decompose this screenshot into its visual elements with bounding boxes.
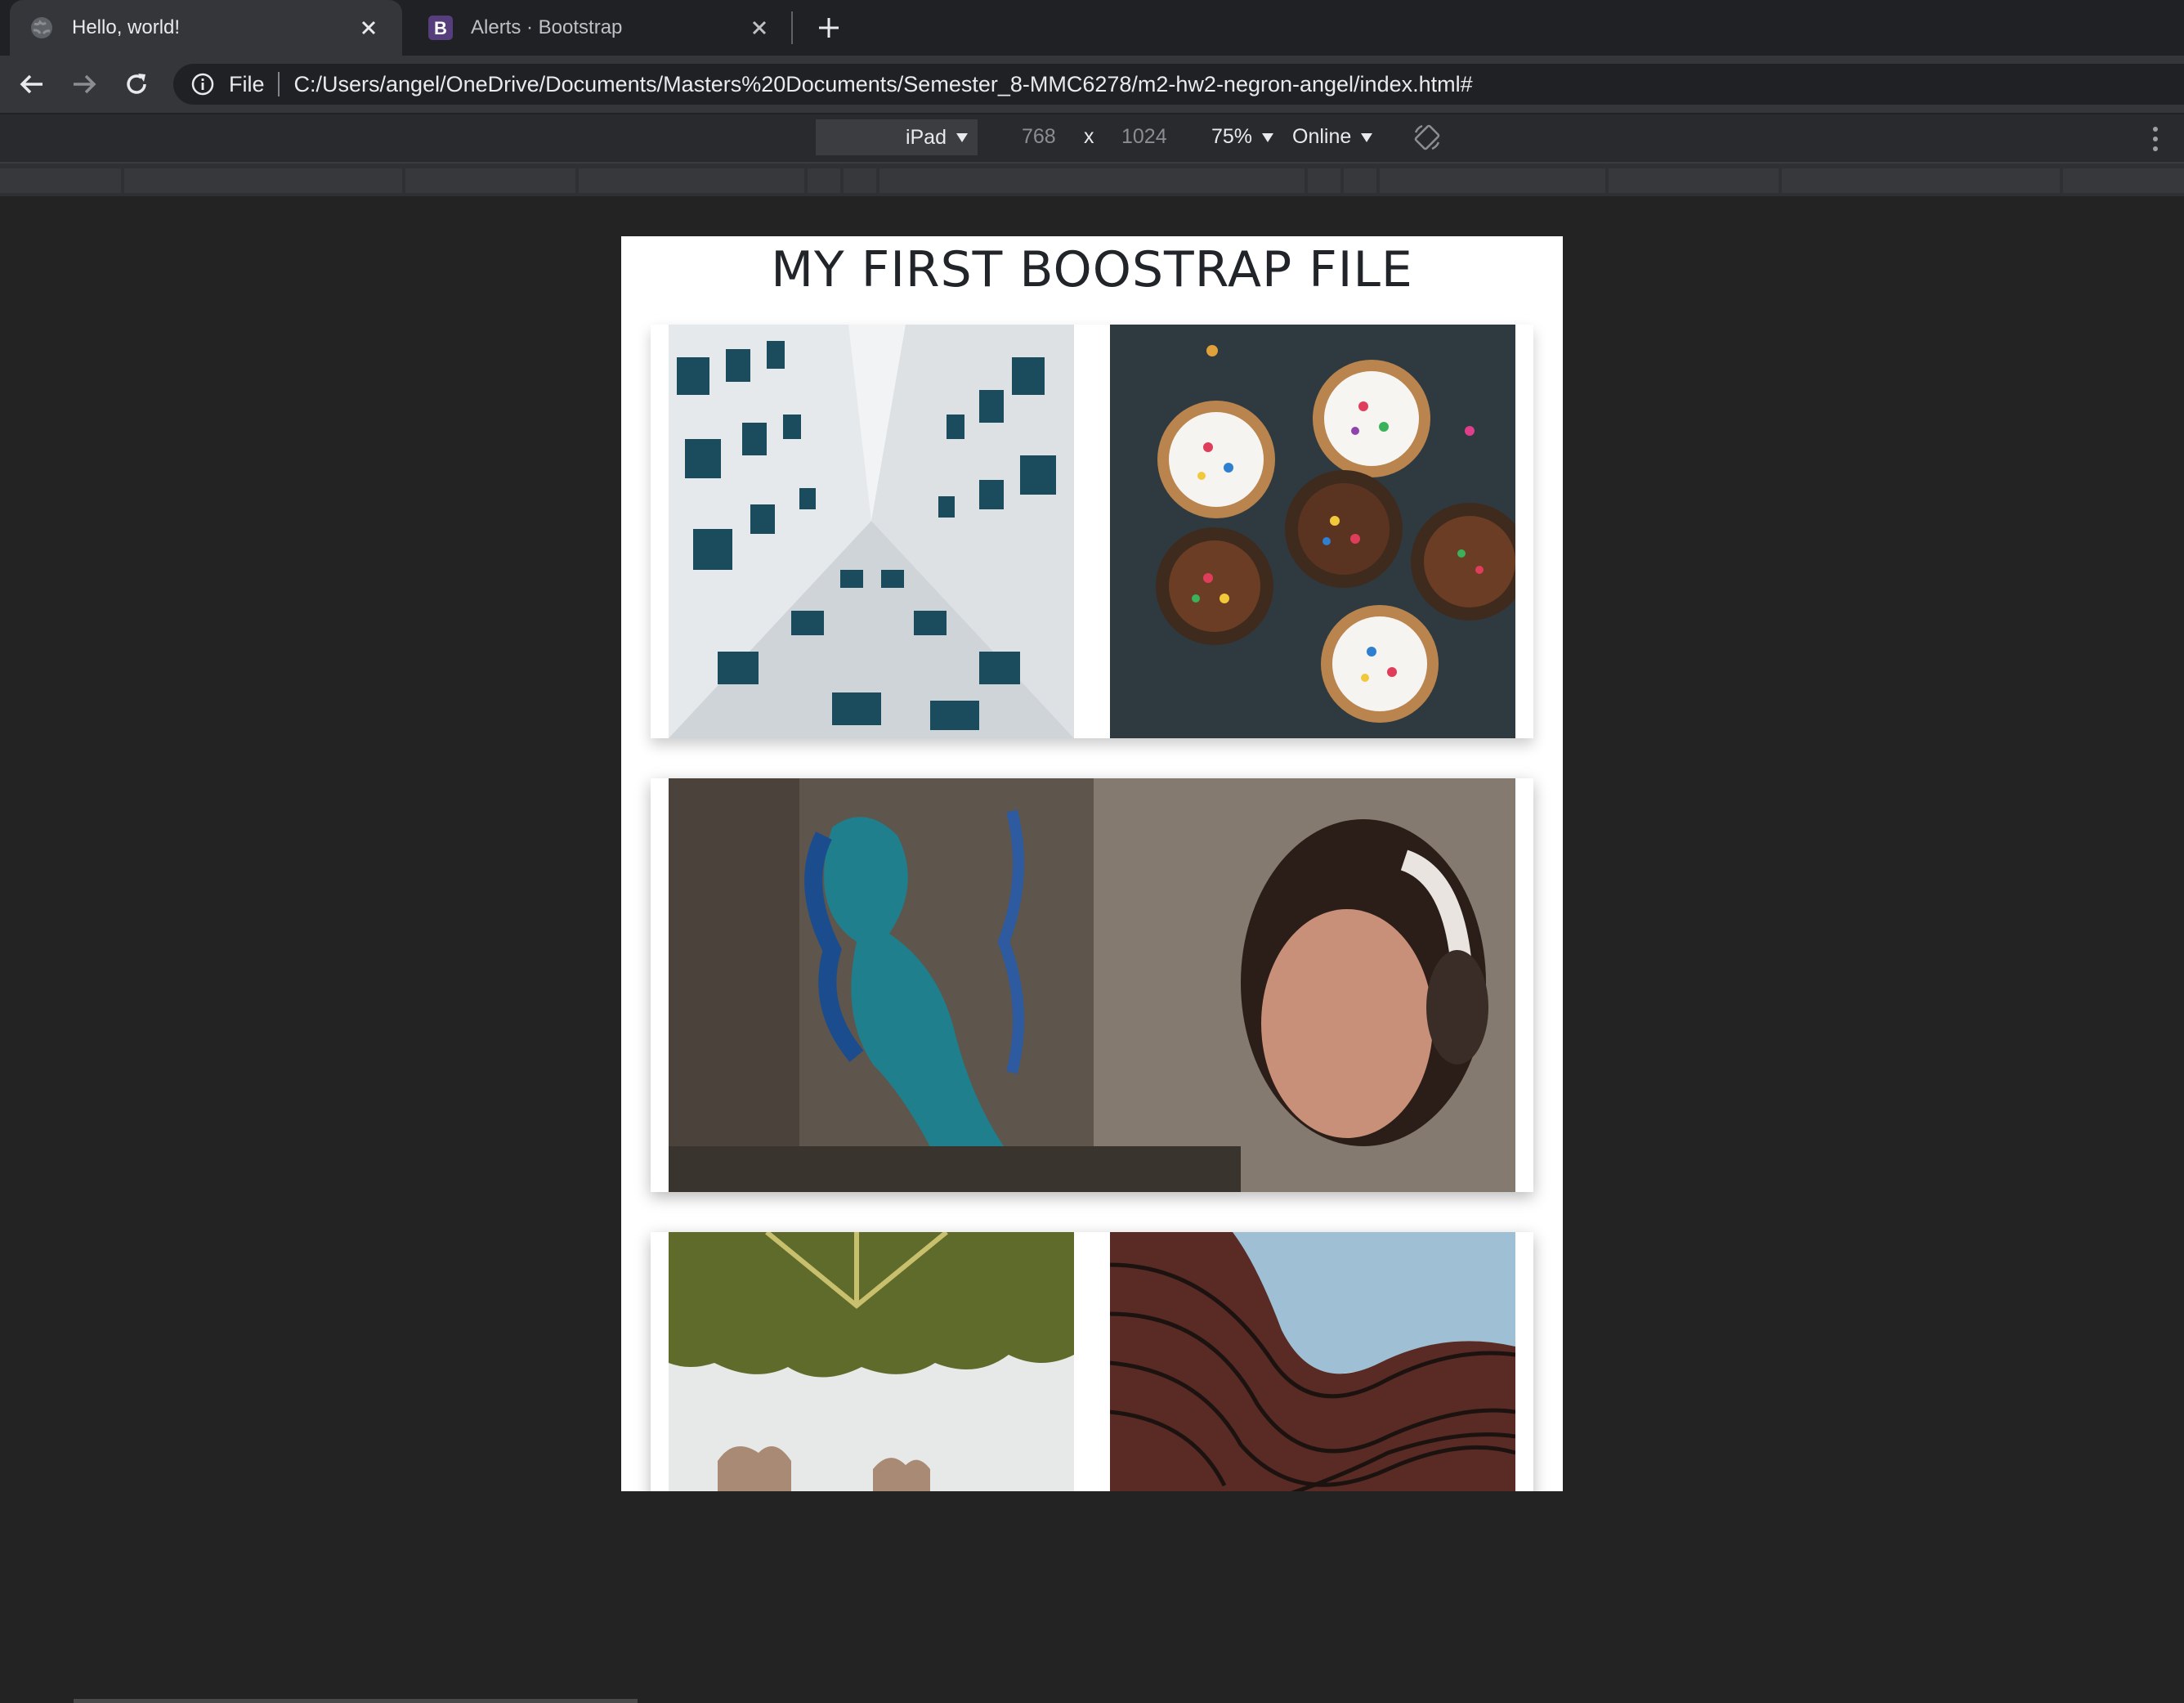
media-query-bar [0,164,2184,196]
network-select[interactable]: Online [1292,125,1373,149]
image-upside-down-trees [669,1232,1074,1491]
device-select[interactable]: iPad [816,119,978,155]
forward-button[interactable] [65,65,103,103]
network-value: Online [1292,125,1352,148]
media-query-segment[interactable] [1609,168,1779,193]
chevron-down-icon [956,132,968,142]
image-cupcakes [1110,325,1515,738]
scheme-label: File [229,71,265,96]
media-query-segment[interactable] [2063,168,2184,193]
media-query-segment[interactable] [1380,168,1605,193]
tab-title: Hello, world! [72,16,181,38]
bootstrap-icon: B [428,16,453,40]
more-options-icon[interactable] [2143,124,2168,154]
tab-separator [791,11,793,44]
tab-hello-world[interactable]: Hello, world! [10,0,402,56]
media-query-segment[interactable] [1782,168,2060,193]
globe-icon [31,17,52,38]
height-input[interactable]: 1024 [1121,125,1167,149]
address-bar[interactable]: File C:/Users/angel/OneDrive/Documents/M… [173,64,2184,105]
bootstrap-icon-letter: B [434,18,447,38]
media-query-segment[interactable] [579,168,804,193]
media-query-segment[interactable] [124,168,402,193]
image-wavy-building [1110,1232,1515,1491]
media-query-segment[interactable] [1344,168,1376,193]
width-input[interactable]: 768 [1022,125,1056,149]
rotate-icon[interactable] [1412,123,1442,152]
image-building-windows [669,325,1074,738]
media-query-segment[interactable] [0,168,121,193]
device-toolbar: iPad 768 x 1024 75% Online [0,114,2184,164]
tab-title: Alerts · Bootstrap [471,16,623,38]
plus-icon [819,18,839,38]
new-tab-button[interactable] [812,11,845,44]
media-query-segment[interactable] [808,168,840,193]
image-street-art [669,778,1515,1192]
reload-button[interactable] [118,65,155,103]
dimension-separator: x [1084,125,1094,148]
emulated-viewport: MY FIRST BOOSTRAP FILE [621,236,1563,1491]
chevron-down-icon [1361,132,1373,142]
close-tab-icon[interactable] [745,14,773,42]
media-query-segment[interactable] [879,168,1305,193]
media-query-segment[interactable] [405,168,575,193]
media-query-segment[interactable] [844,168,876,193]
back-button[interactable] [13,65,51,103]
horizontal-scrollbar[interactable] [74,1699,638,1703]
browser-toolbar: File C:/Users/angel/OneDrive/Documents/M… [0,56,2184,113]
tab-strip: Hello, world! B Alerts · Bootstrap [0,0,2184,56]
url-text[interactable]: C:/Users/angel/OneDrive/Documents/Master… [294,72,1473,97]
info-icon[interactable] [191,73,214,96]
address-divider [277,72,280,96]
reload-icon [127,74,146,94]
zoom-select[interactable]: 75% [1211,125,1274,149]
arrow-right-icon [74,74,96,94]
device-name: iPad [905,125,947,149]
arrow-left-icon [20,74,43,94]
page-title: MY FIRST BOOSTRAP FILE [771,241,1413,298]
close-tab-icon[interactable] [355,14,383,42]
media-query-segment[interactable] [1308,168,1340,193]
zoom-value: 75% [1211,125,1253,148]
chevron-down-icon [1262,132,1274,142]
tab-alerts-bootstrap[interactable]: B Alerts · Bootstrap [409,0,793,56]
